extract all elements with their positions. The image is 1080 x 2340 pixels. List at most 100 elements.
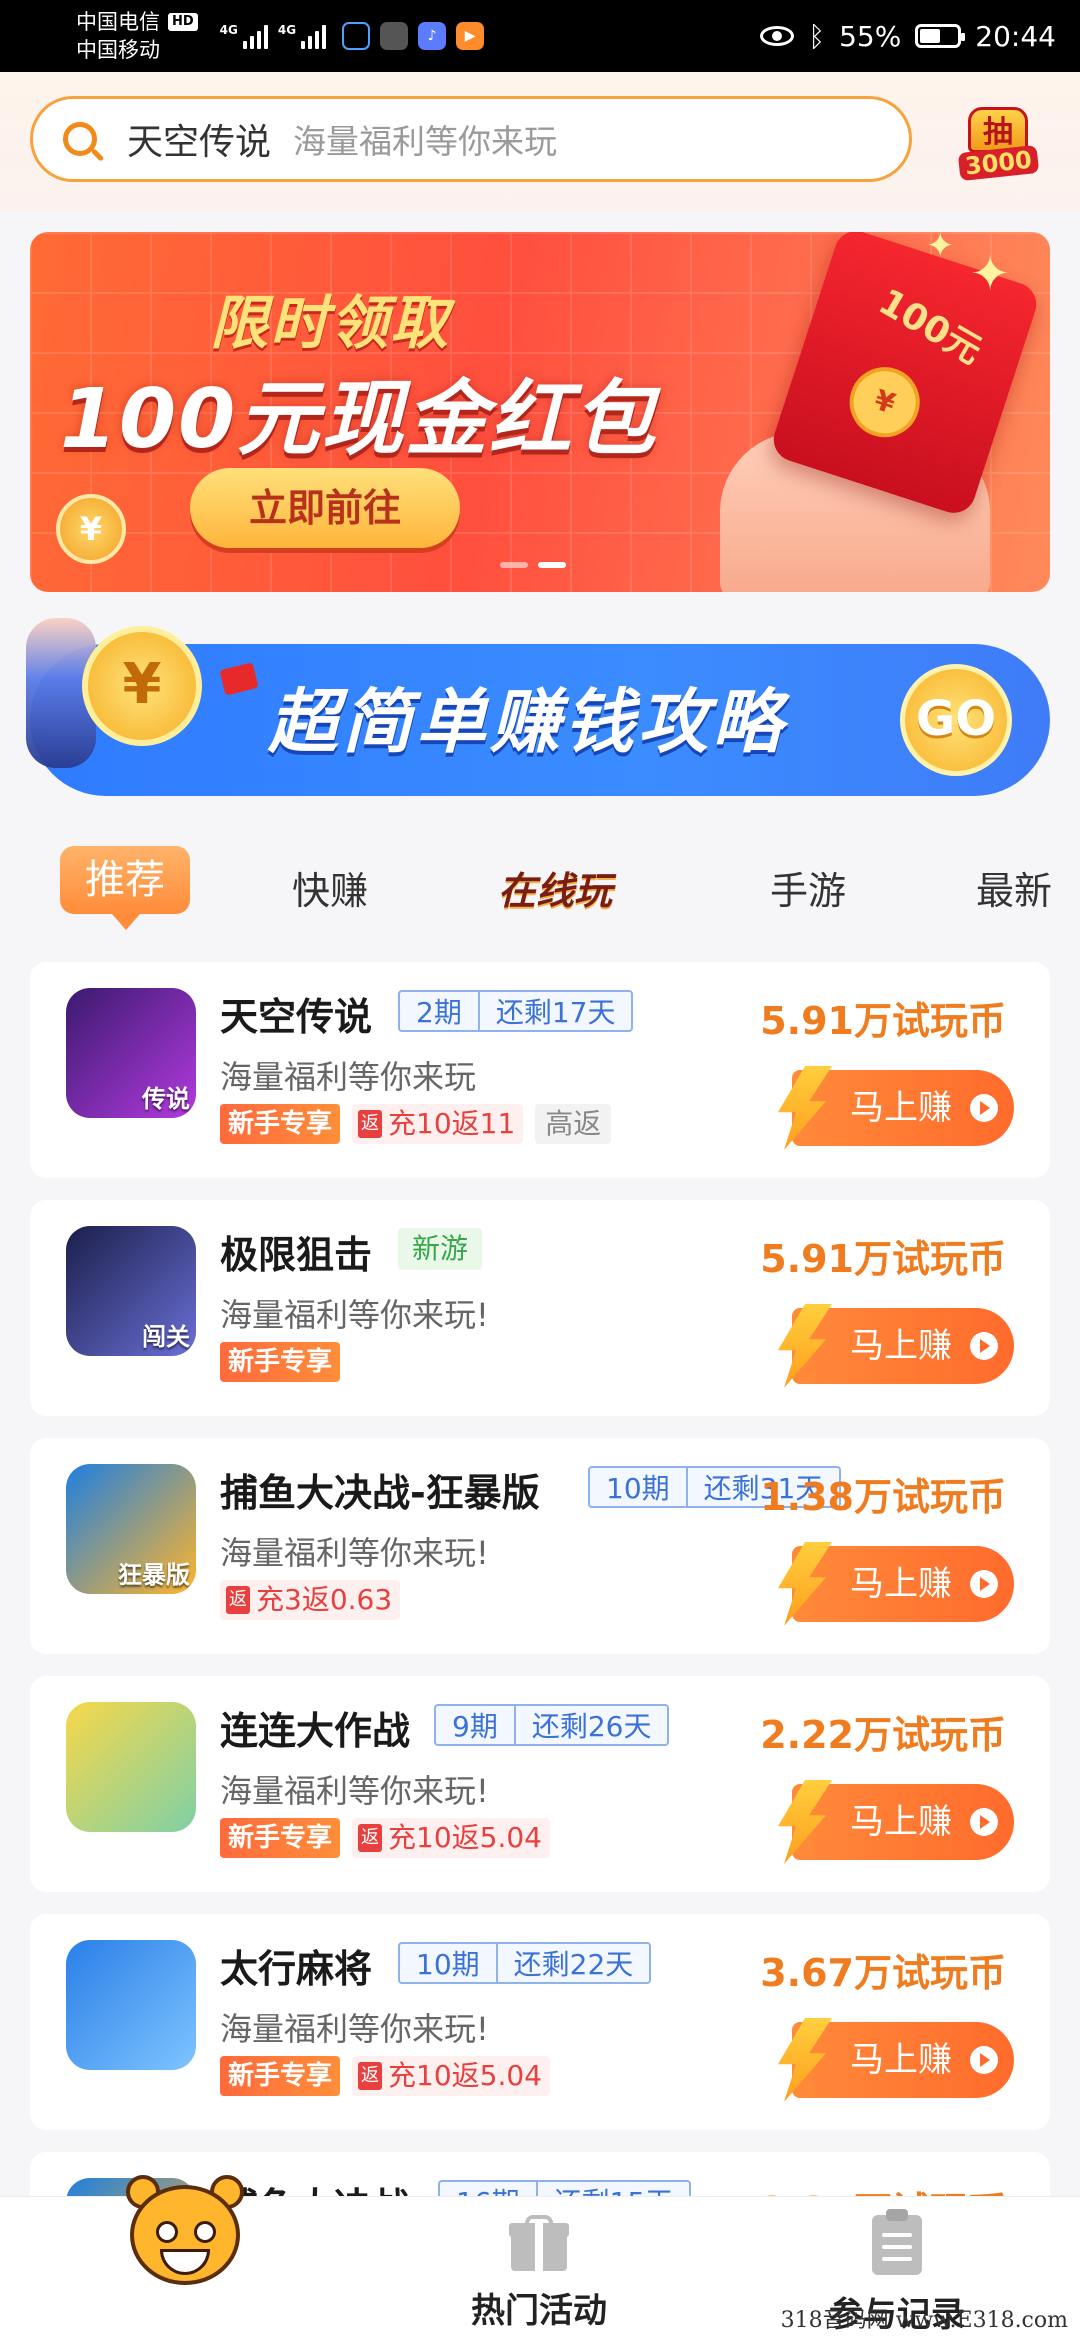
game-icon-tag: 传说 — [142, 1085, 190, 1113]
earn-now-button[interactable]: 马上赚 — [778, 1304, 1014, 1388]
lightning-icon — [778, 1066, 832, 1150]
lightning-icon — [778, 1542, 832, 1626]
earn-now-button[interactable]: 马上赚 — [778, 1780, 1014, 1864]
eye-comfort-icon — [760, 26, 795, 46]
huawei-app-icon — [380, 22, 409, 50]
game-card[interactable]: 闯关 极限狙击 新游 海量福利等你来玩! 新手专享 5.91万试玩币 马上赚 — [30, 1200, 1050, 1416]
category-tabs: 推荐 快赚 在线玩 手游 最新 — [0, 846, 1080, 946]
game-name: 连连大作战 — [220, 1709, 411, 1753]
banner-subtitle: 限时领取 — [210, 289, 451, 357]
arrow-right-icon — [970, 1094, 998, 1122]
game-name: 极限狙击 — [220, 1233, 373, 1277]
video-app-icon: ▶ — [456, 22, 485, 50]
badge-row: 新手专享 返充10返11 高返 — [220, 1104, 612, 1144]
period-badge: 10期 还剩22天 — [398, 1942, 652, 1984]
rebate-icon: 返 — [358, 2062, 383, 2090]
rebate-text: 充10返11 — [388, 1107, 516, 1140]
high-rebate-badge: 高返 — [535, 1104, 612, 1144]
rebate-icon: 返 — [358, 1824, 383, 1852]
status-right: ᛒ 55% 20:44 — [760, 20, 1056, 53]
banner-title: 100元现金红包 — [60, 372, 658, 467]
game-icon-tag — [190, 1828, 196, 1832]
rebate-text: 充10返5.04 — [388, 2059, 542, 2092]
game-name: 捕鱼大决战-狂暴版 — [220, 1471, 540, 1515]
rebate-badge: 返充10返11 — [352, 1104, 524, 1144]
tab-quick-earn[interactable]: 快赚 — [292, 860, 368, 915]
game-card[interactable]: 连连大作战 9期 还剩26天 海量福利等你来玩! 新手专享 返充10返5.04 2… — [30, 1676, 1050, 1892]
status-bar: 中国电信 HD 中国移动 4G 4G ♪ ▶ ᛒ 55% 20:44 — [0, 0, 1080, 72]
hd-badge: HD — [168, 13, 198, 31]
game-card[interactable]: 太行麻将 10期 还剩22天 海量福利等你来玩! 新手专享 返充10返5.04 3… — [30, 1914, 1050, 2130]
tab-recommend[interactable]: 推荐 — [60, 846, 190, 930]
game-icon: 闯关 — [66, 1226, 196, 1356]
earn-now-label: 马上赚 — [850, 1802, 952, 1842]
game-description: 海量福利等你来玩! — [220, 1296, 489, 1334]
period-remaining: 还剩22天 — [513, 1948, 634, 1981]
tab-online-play[interactable]: 在线玩 — [498, 860, 612, 915]
rebate-text: 充10返5.04 — [388, 1821, 542, 1854]
game-description: 海量福利等你来玩! — [220, 2010, 489, 2048]
signal-group: 4G 4G — [220, 23, 327, 49]
earn-now-label: 马上赚 — [850, 1564, 952, 1604]
newbie-badge: 新手专享 — [220, 1818, 341, 1858]
new-game-badge: 新游 — [398, 1228, 483, 1270]
banner-cta-button[interactable]: 立即前往 — [190, 468, 460, 548]
game-icon — [66, 1702, 196, 1832]
tab-mobile-games[interactable]: 手游 — [770, 860, 846, 915]
newbie-badge: 新手专享 — [220, 1104, 341, 1144]
yuan-coin-icon: ¥ — [82, 626, 202, 746]
nav-hot-activities[interactable]: 热门活动 — [464, 2215, 614, 2332]
period-badge: 9期 还剩26天 — [434, 1704, 670, 1746]
earn-now-button[interactable]: 马上赚 — [778, 2018, 1014, 2102]
badge-row: 新手专享 返充10返5.04 — [220, 2056, 550, 2096]
carousel-dot — [500, 562, 528, 568]
gift-icon — [509, 2215, 569, 2271]
period-remaining: 还剩26天 — [531, 1710, 652, 1743]
tiger-mascot-home-button[interactable] — [120, 2165, 250, 2305]
battery-percent: 55% — [839, 19, 902, 53]
tab-newest[interactable]: 最新 — [976, 860, 1052, 915]
arrow-right-icon — [970, 2046, 998, 2074]
signal-icon-1: 4G — [220, 23, 268, 49]
network-type-2: 4G — [277, 23, 297, 37]
go-button[interactable]: GO — [900, 664, 1012, 776]
lottery-button[interactable]: 抽 3000 — [950, 92, 1046, 192]
arrow-right-icon — [970, 1808, 998, 1836]
rebate-badge: 返充10返5.04 — [352, 1818, 550, 1858]
reward-coins: 5.91万试玩币 — [760, 1237, 1006, 1281]
reward-coins: 5.91万试玩币 — [760, 999, 1006, 1043]
game-card[interactable]: 狂暴版 捕鱼大决战-狂暴版 10期 还剩31天 海量福利等你来玩! 返充3返0.6… — [30, 1438, 1050, 1654]
period-number: 9期 — [452, 1710, 498, 1743]
reward-coins: 2.22万试玩币 — [760, 1713, 1006, 1757]
lightning-icon — [778, 1780, 832, 1864]
clock: 20:44 — [975, 19, 1056, 53]
bluetooth-icon: ᛒ — [808, 19, 826, 53]
newbie-badge: 新手专享 — [220, 2056, 341, 2096]
badge-row: 新手专享 — [220, 1342, 341, 1382]
earning-guide-banner[interactable]: ¥ 超简单赚钱攻略 GO — [26, 618, 1050, 796]
game-card[interactable]: 传说 天空传说 2期 还剩17天 海量福利等你来玩 新手专享 返充10返11 高返… — [30, 962, 1050, 1178]
search-bar[interactable]: 天空传说 海量福利等你来玩 — [30, 96, 912, 182]
newbie-badge: 新手专享 — [220, 1342, 341, 1382]
lightning-icon — [778, 1304, 832, 1388]
header: 天空传说 海量福利等你来玩 抽 3000 — [0, 72, 1080, 212]
rebate-badge: 返充3返0.63 — [220, 1580, 401, 1620]
carrier-info: 中国电信 HD 中国移动 — [76, 8, 198, 64]
game-description: 海量福利等你来玩! — [220, 1772, 489, 1810]
reward-coins: 3.67万试玩币 — [760, 1951, 1006, 1995]
nav-label: 热门活动 — [471, 2291, 607, 2331]
earn-now-button[interactable]: 马上赚 — [778, 1542, 1014, 1626]
promo-banner[interactable]: 限时领取 100元现金红包 立即前往 ¥ 100元 ¥ ✦ ✦ — [30, 232, 1050, 592]
game-icon-tag: 闯关 — [142, 1323, 190, 1351]
period-number: 10期 — [606, 1472, 670, 1505]
game-icon-tag: 狂暴版 — [118, 1561, 190, 1589]
battery-icon — [915, 24, 966, 48]
notification-icons: ♪ ▶ — [342, 22, 485, 50]
period-remaining: 还剩17天 — [495, 996, 616, 1029]
cloud-app-icon — [342, 22, 371, 50]
earn-now-button[interactable]: 马上赚 — [778, 1066, 1014, 1150]
sparkle-icon: ✦ — [926, 232, 955, 266]
badge-row: 新手专享 返充10返5.04 — [220, 1818, 550, 1858]
lightning-icon — [778, 2018, 832, 2102]
game-icon: 狂暴版 — [66, 1464, 196, 1594]
